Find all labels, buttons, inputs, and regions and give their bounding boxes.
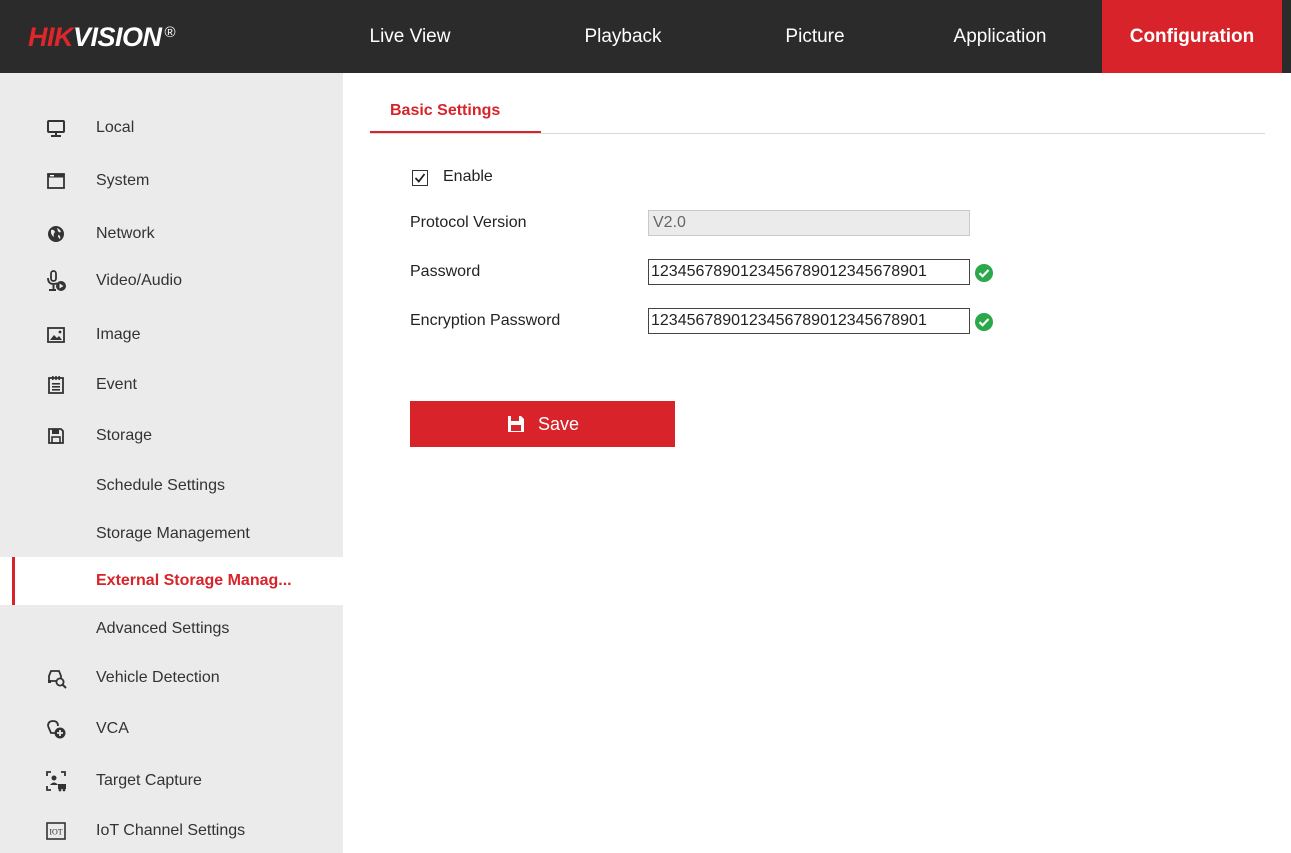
password-label: Password bbox=[410, 263, 481, 280]
tab-basic-settings[interactable]: Basic Settings bbox=[370, 96, 541, 134]
sidebar-item-label: Vehicle Detection bbox=[96, 669, 220, 686]
sidebar-item-label: Storage Management bbox=[96, 525, 250, 542]
sidebar-item-label: Advanced Settings bbox=[96, 620, 230, 637]
svg-text:IOT: IOT bbox=[49, 828, 62, 837]
sidebar-item-iot-channel-settings[interactable]: IOT IoT Channel Settings bbox=[0, 807, 343, 853]
image-icon bbox=[44, 323, 68, 347]
target-capture-icon bbox=[44, 769, 68, 793]
protocol-version-field: V2.0 bbox=[648, 210, 970, 236]
window-icon bbox=[44, 169, 68, 193]
sidebar-item-label: IoT Channel Settings bbox=[96, 822, 246, 839]
sidebar-item-label: VCA bbox=[96, 720, 129, 737]
sidebar-item-target-capture[interactable]: Target Capture bbox=[0, 757, 343, 805]
sidebar-item-vca[interactable]: VCA bbox=[0, 705, 343, 753]
nav-configuration[interactable]: Configuration bbox=[1102, 0, 1282, 73]
sidebar-item-event[interactable]: Event bbox=[0, 361, 343, 409]
sidebar-item-video-audio[interactable]: Video/Audio bbox=[0, 257, 343, 305]
iot-icon: IOT bbox=[44, 819, 68, 843]
sidebar-item-label: Network bbox=[96, 225, 155, 242]
sidebar-item-label: Video/Audio bbox=[96, 272, 182, 289]
sidebar-item-storage-management[interactable]: Storage Management bbox=[0, 510, 343, 558]
tab-divider bbox=[370, 133, 1265, 134]
sidebar-item-label: Target Capture bbox=[96, 772, 202, 789]
save-icon bbox=[506, 414, 526, 434]
logo-part-hik: HIK bbox=[28, 22, 74, 52]
sidebar-item-advanced-settings[interactable]: Advanced Settings bbox=[0, 605, 343, 653]
vca-icon bbox=[44, 717, 68, 741]
enable-label: Enable bbox=[443, 168, 493, 185]
save-button[interactable]: Save bbox=[410, 401, 675, 447]
enable-checkbox[interactable] bbox=[412, 170, 428, 186]
sidebar-menu: Local System Network Video/Audio Image E… bbox=[0, 73, 343, 853]
sidebar-item-label: Event bbox=[96, 376, 137, 393]
calendar-icon bbox=[44, 373, 68, 397]
save-button-label: Save bbox=[537, 413, 580, 434]
hikvision-logo: HIK VISION ® bbox=[28, 22, 176, 52]
sidebar-item-label: Storage bbox=[96, 427, 153, 444]
monitor-icon bbox=[44, 116, 68, 140]
sidebar-item-label: Image bbox=[96, 326, 141, 343]
tab-basic-settings-label: Basic Settings bbox=[390, 102, 501, 119]
microphone-icon bbox=[44, 269, 68, 293]
protocol-version-label: Protocol Version bbox=[410, 214, 527, 231]
logo-part-vision: VISION bbox=[73, 22, 162, 52]
sidebar-item-label: System bbox=[96, 172, 150, 189]
nav-picture[interactable]: Picture bbox=[740, 0, 890, 73]
password-field[interactable]: 1234567890123456789012345678901 bbox=[648, 259, 970, 285]
vehicle-search-icon bbox=[44, 666, 68, 690]
sidebar-item-schedule-settings[interactable]: Schedule Settings bbox=[0, 462, 343, 510]
sidebar-item-storage[interactable]: Storage bbox=[0, 412, 343, 460]
floppy-icon bbox=[44, 424, 68, 448]
nav-live-view[interactable]: Live View bbox=[344, 0, 476, 73]
encryption-password-field[interactable]: 1234567890123456789012345678901 bbox=[648, 308, 970, 334]
globe-icon bbox=[44, 222, 68, 246]
sidebar-item-system[interactable]: System bbox=[0, 157, 343, 205]
encryption-password-valid-check-icon bbox=[974, 312, 994, 332]
sidebar-item-network[interactable]: Network bbox=[0, 210, 343, 258]
checkmark-icon bbox=[414, 173, 426, 183]
sidebar-item-external-storage-management[interactable]: External Storage Manag... bbox=[0, 557, 343, 605]
nav-playback[interactable]: Playback bbox=[548, 0, 698, 73]
sidebar-item-label: Local bbox=[96, 119, 135, 136]
top-navigation-bar: HIK VISION ® Live View Playback Picture Ap… bbox=[0, 0, 1291, 73]
sidebar-item-label: Schedule Settings bbox=[96, 477, 225, 494]
logo-registered-mark: ® bbox=[164, 24, 176, 41]
sidebar-item-vehicle-detection[interactable]: Vehicle Detection bbox=[0, 654, 343, 702]
sidebar-item-label: External Storage Manag... bbox=[96, 572, 292, 589]
nav-application[interactable]: Application bbox=[920, 0, 1080, 73]
sidebar-item-local[interactable]: Local bbox=[0, 104, 343, 152]
password-valid-check-icon bbox=[974, 263, 994, 283]
encryption-password-label: Encryption Password bbox=[410, 312, 561, 329]
sidebar-item-image[interactable]: Image bbox=[0, 311, 343, 359]
